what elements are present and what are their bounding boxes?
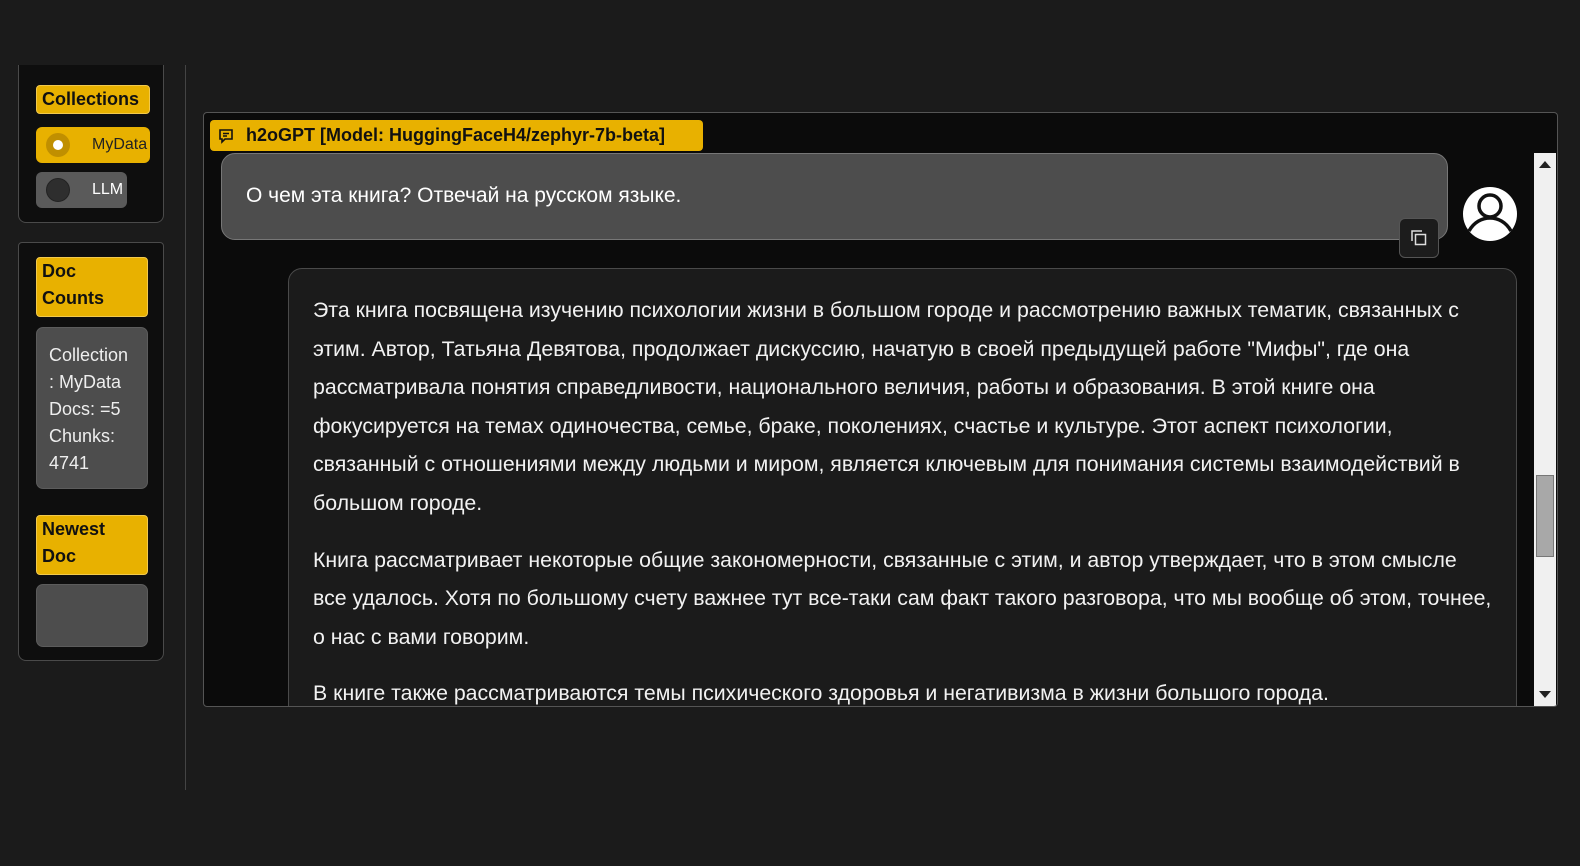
scroll-up-icon[interactable] xyxy=(1539,161,1551,168)
chatbot-label: h2oGPT [Model: HuggingFaceH4/zephyr-7b-b… xyxy=(210,120,703,151)
doc-info-panel: Doc Counts Collection : MyData Docs: =5 … xyxy=(18,242,164,661)
radio-selected-icon xyxy=(46,133,70,157)
count-line: Docs: =5 xyxy=(49,399,121,419)
radio-unselected-icon xyxy=(46,178,70,202)
option-label: MyData xyxy=(92,136,148,153)
newest-doc-label: Newest Doc xyxy=(36,515,148,575)
newest-doc-value xyxy=(36,584,148,647)
bot-paragraph: Книга рассматривает некоторые общие зако… xyxy=(313,547,1492,649)
copy-icon xyxy=(1411,230,1427,246)
bot-paragraph: В книге также рассматриваются темы психи… xyxy=(313,681,1329,706)
scroll-down-icon[interactable] xyxy=(1539,691,1551,698)
user-avatar-icon xyxy=(1463,187,1517,241)
collection-option-mydata[interactable]: MyData xyxy=(36,127,150,163)
copy-button[interactable] xyxy=(1399,218,1439,258)
bot-paragraph: Эта книга посвящена изучению психологии … xyxy=(313,298,1460,515)
count-line: Chunks: xyxy=(49,426,116,446)
scrollbar-thumb[interactable] xyxy=(1536,475,1554,557)
chat-icon xyxy=(219,128,233,144)
count-line: : MyData xyxy=(49,372,122,392)
option-label: LLM xyxy=(92,181,124,198)
user-message: О чем эта книга? Отвечай на русском язык… xyxy=(221,153,1448,240)
bot-message: Эта книга посвящена изучению психологии … xyxy=(288,268,1517,706)
divider xyxy=(185,65,186,790)
chatbot-title: h2oGPT [Model: HuggingFaceH4/zephyr-7b-b… xyxy=(246,125,666,145)
doc-counts-value: Collection : MyData Docs: =5 Chunks: 474… xyxy=(36,327,148,489)
chat-scrollbar[interactable] xyxy=(1534,153,1556,706)
collections-label: Collections xyxy=(36,85,150,114)
collection-option-llm[interactable]: LLM xyxy=(36,172,127,208)
doc-counts-label: Doc Counts xyxy=(36,257,148,317)
count-line: 4741 xyxy=(49,453,90,473)
chatbot-panel: h2oGPT [Model: HuggingFaceH4/zephyr-7b-b… xyxy=(203,112,1558,707)
user-message-text: О чем эта книга? Отвечай на русском язык… xyxy=(246,184,682,207)
collections-panel: Collections MyData LLM xyxy=(18,65,164,223)
count-line: Collection xyxy=(49,345,129,365)
